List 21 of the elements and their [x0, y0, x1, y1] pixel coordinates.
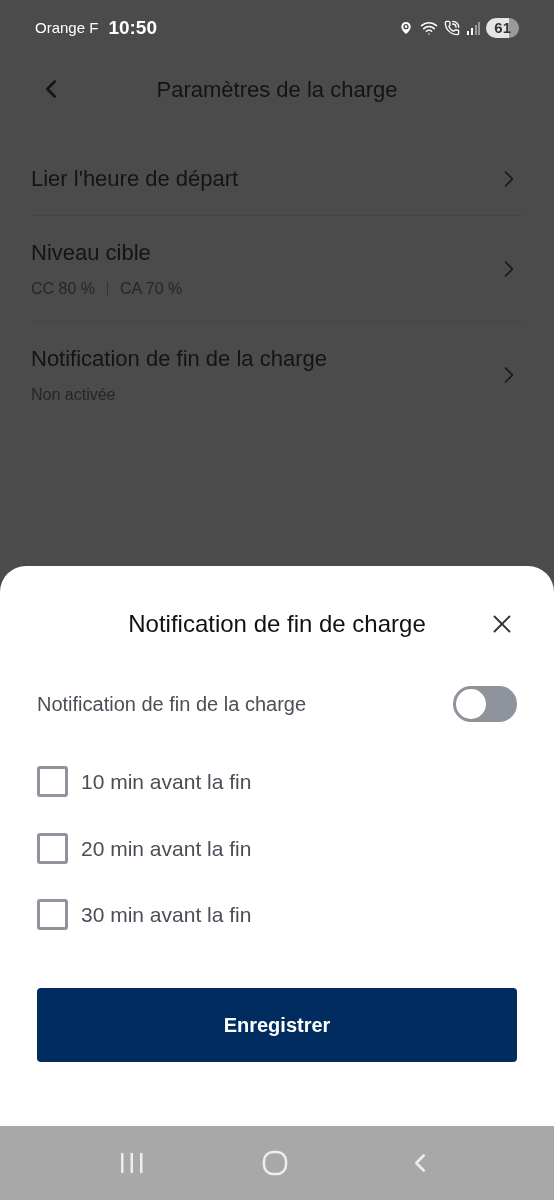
call-icon — [444, 20, 461, 36]
wifi-icon — [420, 19, 439, 37]
carrier-name: Orange F — [35, 17, 99, 38]
checkbox[interactable] — [37, 899, 68, 931]
clock: 10:50 — [108, 15, 157, 40]
settings-title: Lier l'heure de départ — [31, 165, 239, 193]
home-icon[interactable] — [262, 1150, 288, 1176]
checkbox[interactable] — [37, 832, 68, 864]
settings-row[interactable]: Lier l'heure de départ — [31, 142, 523, 216]
option-label: 20 min avant la fin — [81, 835, 252, 862]
settings-title: Niveau cible — [31, 239, 152, 267]
save-button[interactable]: Enregistrer — [37, 987, 517, 1062]
checkbox[interactable] — [37, 766, 68, 798]
recent-apps-icon[interactable] — [118, 1151, 145, 1175]
battery-indicator: 61 — [486, 18, 519, 38]
option-label: 30 min avant la fin — [81, 902, 252, 928]
toggle-label: Notification de fin de la charge — [37, 692, 307, 717]
option-label: 10 min avant la fin — [81, 769, 252, 795]
toggle-switch[interactable] — [453, 686, 517, 722]
sheet-title: Notification de fin de charge — [128, 609, 426, 639]
signal-icon — [466, 21, 481, 35]
